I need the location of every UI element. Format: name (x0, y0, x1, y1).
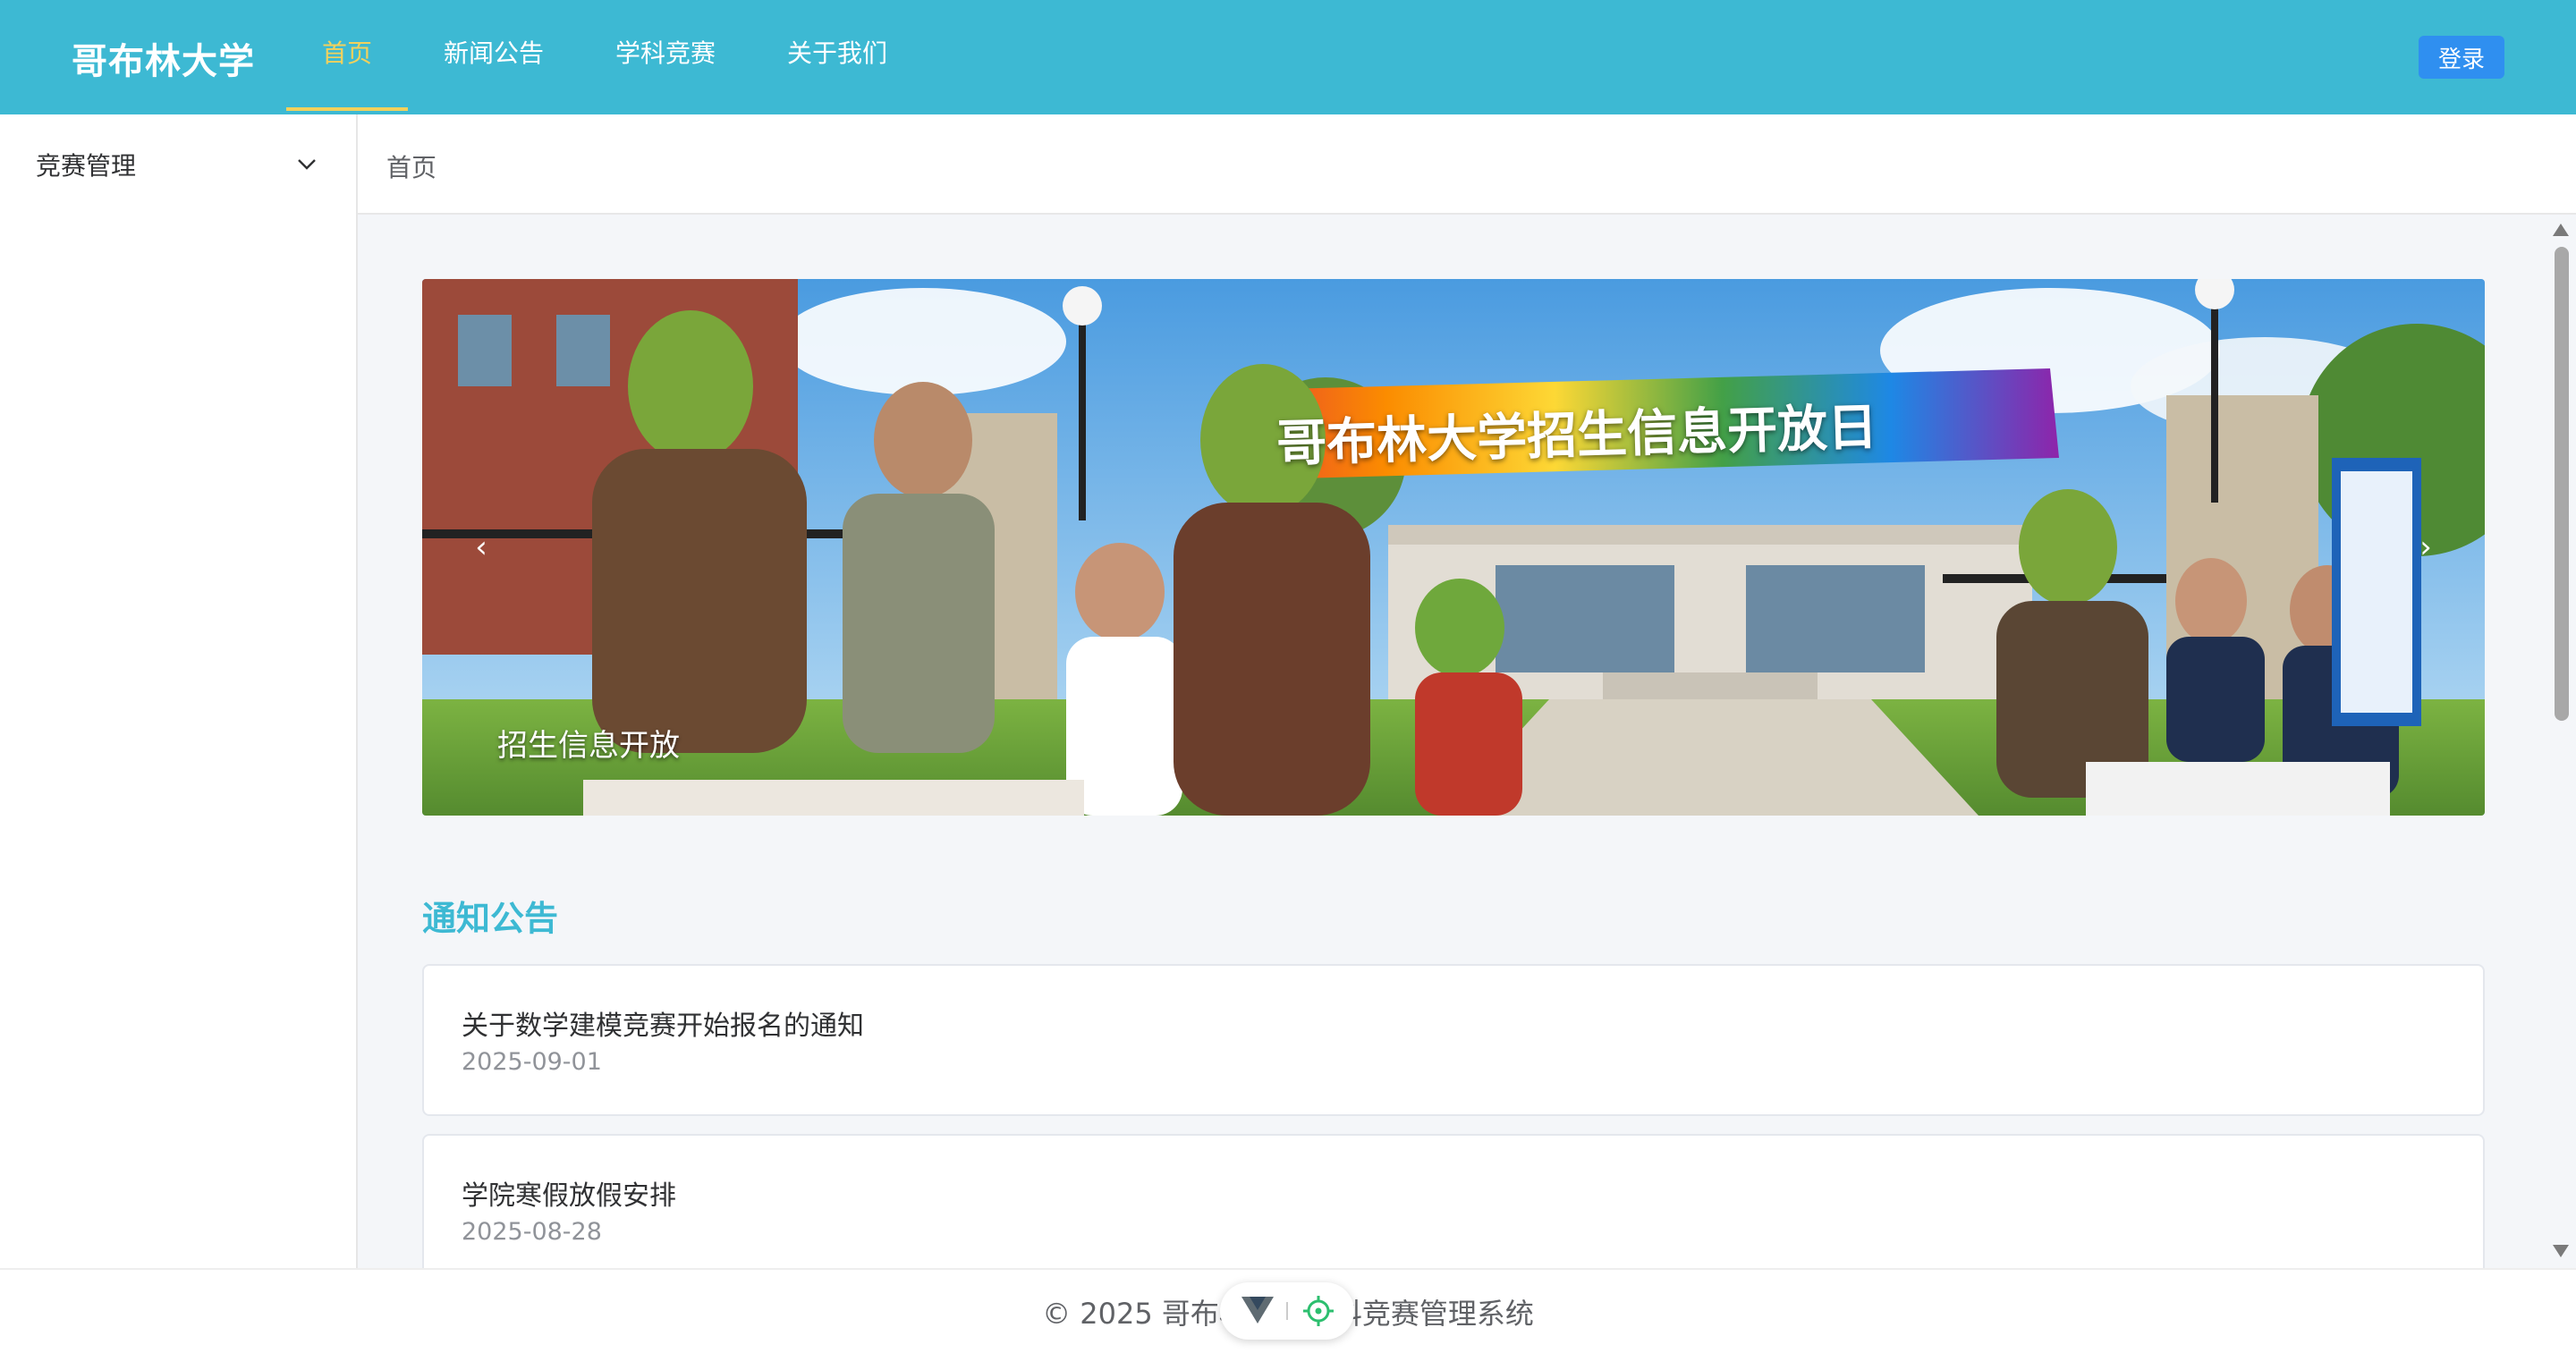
vue-logo-icon (1241, 1297, 1274, 1323)
notice-date: 2025-08-28 (462, 1218, 602, 1246)
section-title-notices: 通知公告 (422, 899, 559, 938)
carousel-next-button[interactable]: › (2408, 529, 2444, 565)
notice-title: 关于数学建模竞赛开始报名的通知 (462, 1011, 864, 1042)
top-header: 哥布林大学 首页 新闻公告 学科竞赛 关于我们 登录 (0, 0, 2576, 114)
main-content: 哥布林大学招生信息开放日 ‹ › 招生信息开放 通知公告 关于数学建模竞赛开始报… (358, 215, 2546, 1268)
breadcrumb-item-home[interactable]: 首页 (386, 148, 436, 184)
brand-logo[interactable]: 哥布林大学 (72, 32, 255, 84)
notice-item[interactable]: 学院寒假放假安排 2025-08-28 (422, 1134, 2485, 1268)
login-button[interactable]: 登录 (2419, 36, 2504, 79)
carousel-slide-image (422, 279, 2485, 816)
carousel-prev-button[interactable]: ‹ (463, 529, 499, 565)
sidebar: 竞赛管理 (0, 114, 358, 1268)
nav-item-about[interactable]: 关于我们 (751, 0, 923, 111)
devtools-divider (1286, 1302, 1288, 1320)
notice-title: 学院寒假放假安排 (462, 1180, 676, 1212)
carousel[interactable]: 哥布林大学招生信息开放日 ‹ › 招生信息开放 (422, 279, 2485, 816)
carousel-caption: 招生信息开放 (497, 728, 680, 764)
nav-item-home[interactable]: 首页 (286, 0, 409, 111)
nav-item-competitions[interactable]: 学科竞赛 (580, 0, 751, 111)
chevron-down-icon (298, 159, 316, 170)
crosshair-icon[interactable] (1302, 1295, 1335, 1327)
scrollbar-thumb[interactable] (2555, 247, 2569, 721)
scroll-up-arrow-icon[interactable] (2553, 224, 2569, 236)
scroll-down-arrow-icon[interactable] (2553, 1245, 2569, 1257)
sidebar-menu-competition-management[interactable]: 竞赛管理 (0, 114, 356, 215)
breadcrumb: 首页 (358, 114, 2576, 215)
vertical-scrollbar[interactable] (2546, 215, 2576, 1268)
chevron-left-icon: ‹ (475, 529, 487, 565)
chevron-right-icon: › (2419, 529, 2432, 565)
vue-devtools-toggle[interactable] (1220, 1282, 1354, 1340)
nav-item-news[interactable]: 新闻公告 (408, 0, 580, 111)
notice-item[interactable]: 关于数学建模竞赛开始报名的通知 2025-09-01 (422, 964, 2485, 1116)
main-nav: 首页 新闻公告 学科竞赛 关于我们 (286, 0, 923, 114)
sidebar-menu-label: 竞赛管理 (36, 151, 137, 181)
footer: © 2025 哥布林大学学科竞赛管理系统 (0, 1268, 2576, 1370)
notice-date: 2025-09-01 (462, 1048, 602, 1076)
